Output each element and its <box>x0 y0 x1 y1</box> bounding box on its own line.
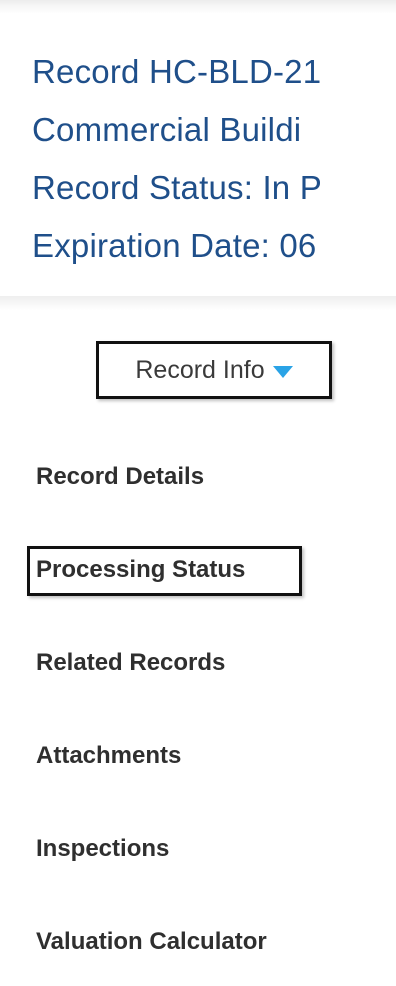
header-divider <box>0 296 396 310</box>
record-status: Record Status: In P <box>32 169 322 206</box>
caret-down-icon <box>272 366 293 378</box>
nav-item-record-details[interactable]: Record Details <box>36 463 204 491</box>
record-info-highlight: Record Info <box>96 341 332 399</box>
record-type: Commercial Buildi <box>32 111 302 148</box>
nav-item-related-records[interactable]: Related Records <box>36 649 225 677</box>
record-header: Record HC-BLD-21 Commercial Buildi Recor… <box>0 14 396 296</box>
nav-item-processing-status[interactable]: Processing Status <box>36 556 245 584</box>
record-info-label: Record Info <box>135 355 265 384</box>
record-number: Record HC-BLD-21 <box>32 53 322 90</box>
record-info-dropdown[interactable]: Record Info <box>99 344 329 396</box>
expiration-date: Expiration Date: 06 <box>32 227 317 264</box>
nav-item-attachments[interactable]: Attachments <box>36 742 181 770</box>
nav-item-inspections[interactable]: Inspections <box>36 835 169 863</box>
top-divider <box>0 0 396 14</box>
nav-item-valuation-calculator[interactable]: Valuation Calculator <box>36 928 267 956</box>
